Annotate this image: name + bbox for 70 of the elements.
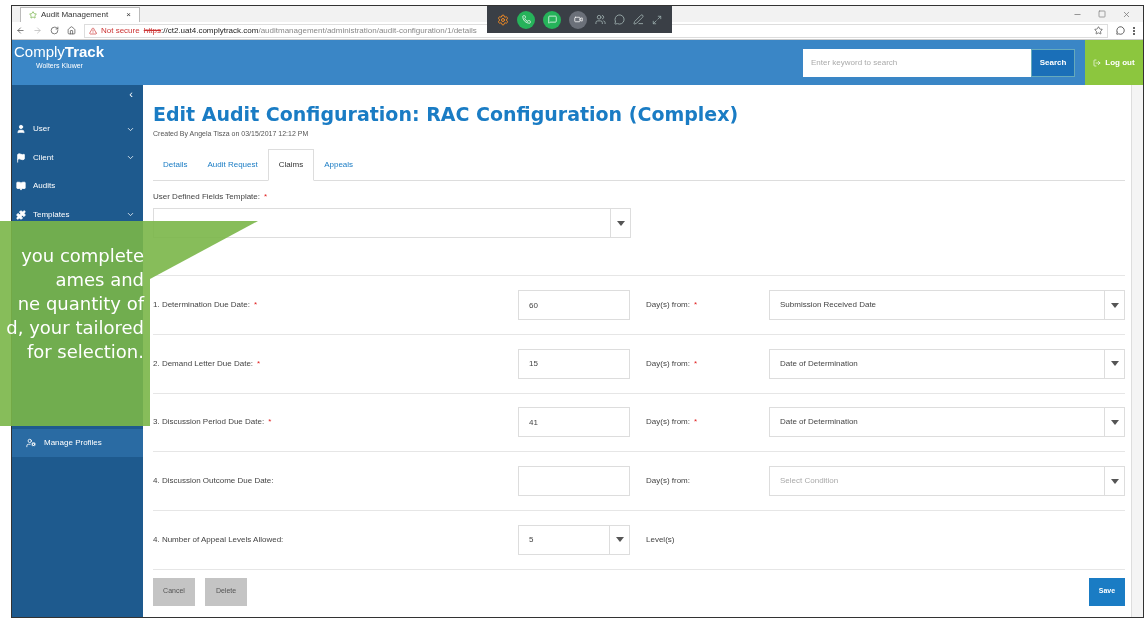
rule-label: 1. Determination Due Date: * [153, 300, 258, 310]
close-tab-button[interactable]: × [126, 9, 131, 21]
warning-icon [89, 26, 97, 35]
people-icon[interactable] [595, 14, 606, 25]
caret-icon [616, 220, 625, 226]
from-label: Day(s) from: [646, 476, 690, 486]
url-field[interactable]: Not secure https://ct2.uat4.complytrack.com/auditmanagement/administration/audit-configuration/1/details [84, 23, 1108, 38]
user-gear-icon [26, 437, 36, 448]
sidebar-item[interactable]: Audits [12, 179, 143, 193]
speech-bubble-icon[interactable] [614, 14, 625, 25]
sidebar-item[interactable]: Client [12, 150, 143, 165]
extension-icon[interactable] [1116, 26, 1125, 35]
page-title: Edit Audit Configuration: RAC Configuration (Complex) [153, 103, 740, 127]
collapse-button[interactable]: ‹ [129, 85, 143, 100]
levels-select[interactable]: 5 [518, 524, 630, 555]
callout-text: you complete ames and ne quantity of d, your tailored for selection. [5, 244, 144, 364]
sidebar-item[interactable]: User [12, 122, 143, 136]
gear-icon[interactable] [497, 13, 509, 26]
search-field[interactable]: Enter keyword to search [803, 48, 1031, 77]
user-icon [16, 124, 26, 134]
search-button[interactable]: Search [1031, 48, 1075, 77]
reload-icon[interactable] [50, 26, 59, 35]
days-input[interactable]: 15 [518, 348, 630, 379]
from-label: Day(s) from: * [646, 358, 698, 368]
phone-icon[interactable] [517, 10, 535, 29]
condition-select[interactable]: Submission Received Date [769, 290, 1125, 321]
close-icon[interactable] [1122, 9, 1131, 19]
tab[interactable]: Details [153, 149, 198, 182]
book-icon [16, 181, 26, 191]
tab-title: Audit Management [41, 9, 110, 21]
security-label: Not secure [101, 24, 140, 37]
rule-label: 2. Demand Letter Due Date: * [153, 358, 261, 368]
sidebar-item[interactable]: Templates [12, 207, 143, 222]
caret-icon [1110, 302, 1119, 308]
rule-label: 4. Discussion Outcome Due Date: [153, 476, 274, 486]
logo: ComplyTrack [14, 44, 106, 59]
rule-label: 3. Discussion Period Due Date: * [153, 417, 272, 427]
logout-icon [1093, 58, 1102, 67]
caret-icon [1110, 419, 1119, 425]
days-input[interactable]: 41 [518, 407, 630, 438]
url-text: https://ct2.uat4.complytrack.com/auditmanagement/administration/audit-configuration/1/details [143, 24, 477, 37]
puzzle-icon [16, 209, 26, 220]
tab[interactable]: Audit Request [197, 149, 268, 182]
caret-icon [1110, 478, 1119, 484]
chat-icon[interactable] [543, 10, 561, 29]
tab[interactable]: Claims [267, 149, 315, 182]
expand-icon[interactable] [652, 14, 662, 25]
days-input[interactable]: 60 [518, 290, 630, 321]
field-label: User Defined Fields Template: * [153, 192, 268, 202]
days-input[interactable] [518, 466, 630, 497]
bookmark-star-icon[interactable] [1094, 26, 1103, 35]
condition-select[interactable]: Date of Determination [769, 407, 1125, 438]
scrollbar[interactable] [1131, 85, 1143, 617]
from-label: Day(s) from: * [646, 300, 698, 310]
sidebar-subitem[interactable]: Manage Profiles [12, 428, 143, 457]
caret-icon [1110, 361, 1119, 367]
video-icon[interactable] [569, 10, 587, 29]
unit-label: Level(s) [646, 533, 675, 546]
pen-icon[interactable] [633, 14, 644, 25]
home-icon[interactable] [67, 26, 76, 35]
condition-select[interactable]: Date of Determination [769, 348, 1125, 379]
from-label: Day(s) from: * [646, 417, 698, 427]
caret-icon [615, 537, 624, 543]
rule-label: 4. Number of Appeal Levels Allowed: [153, 534, 284, 544]
tab[interactable]: Appeals [314, 149, 364, 182]
tab-favicon-icon [29, 11, 37, 19]
browser-tab[interactable]: Audit Management × [20, 7, 140, 22]
flag-icon [16, 152, 26, 163]
restore-icon[interactable] [1098, 10, 1106, 18]
back-icon[interactable] [16, 26, 25, 35]
